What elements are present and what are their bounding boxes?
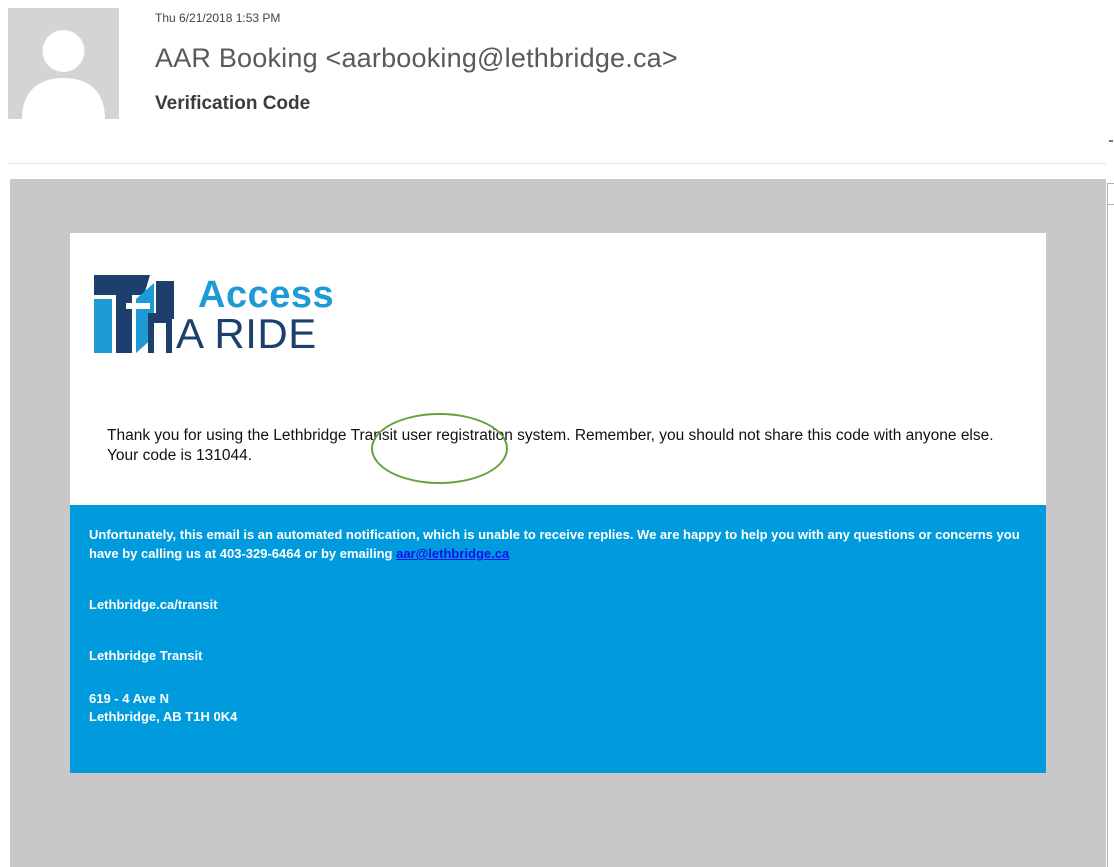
email-card: Access A RIDE Thank you for using the Le…: [70, 233, 1046, 773]
vertical-scrollbar[interactable]: [1107, 183, 1108, 867]
footer-notice: Unfortunately, this email is an automate…: [89, 525, 1029, 563]
sender-avatar: [8, 8, 119, 119]
scrollbar-thumb[interactable]: [1107, 183, 1114, 205]
logo-word-access: Access: [198, 274, 335, 316]
sender-name[interactable]: AAR Booking <aarbooking@lethbridge.ca>: [155, 43, 678, 74]
access-a-ride-logo: Access A RIDE: [92, 273, 352, 355]
message-end: .: [247, 447, 253, 464]
email-reading-pane: Thu 6/21/2018 1:53 PM AAR Booking <aarbo…: [0, 0, 1114, 867]
support-email-link[interactable]: aar@lethbridge.ca: [396, 546, 509, 561]
email-footer: Unfortunately, this email is an automate…: [70, 505, 1046, 773]
code-highlight-circle: [371, 413, 508, 484]
access-a-ride-logo-icon: [94, 275, 174, 353]
header-divider: [8, 163, 1106, 164]
footer-notice-text: Unfortunately, this email is an automate…: [89, 527, 1020, 561]
pane-edge-mark: [1109, 140, 1113, 142]
footer-address-line1: 619 - 4 Ave N: [89, 691, 169, 706]
verification-message: Thank you for using the Lethbridge Trans…: [107, 426, 1007, 466]
message-subject: Verification Code: [155, 93, 311, 114]
person-silhouette-icon: [8, 8, 119, 119]
message-date: Thu 6/21/2018 1:53 PM: [155, 11, 281, 25]
footer-website: Lethbridge.ca/transit: [89, 597, 218, 612]
footer-address-line2: Lethbridge, AB T1H 0K4: [89, 709, 238, 724]
verification-code: 131044: [196, 447, 248, 464]
logo-word-a-ride: A RIDE: [176, 310, 317, 357]
footer-organization: Lethbridge Transit: [89, 648, 203, 663]
